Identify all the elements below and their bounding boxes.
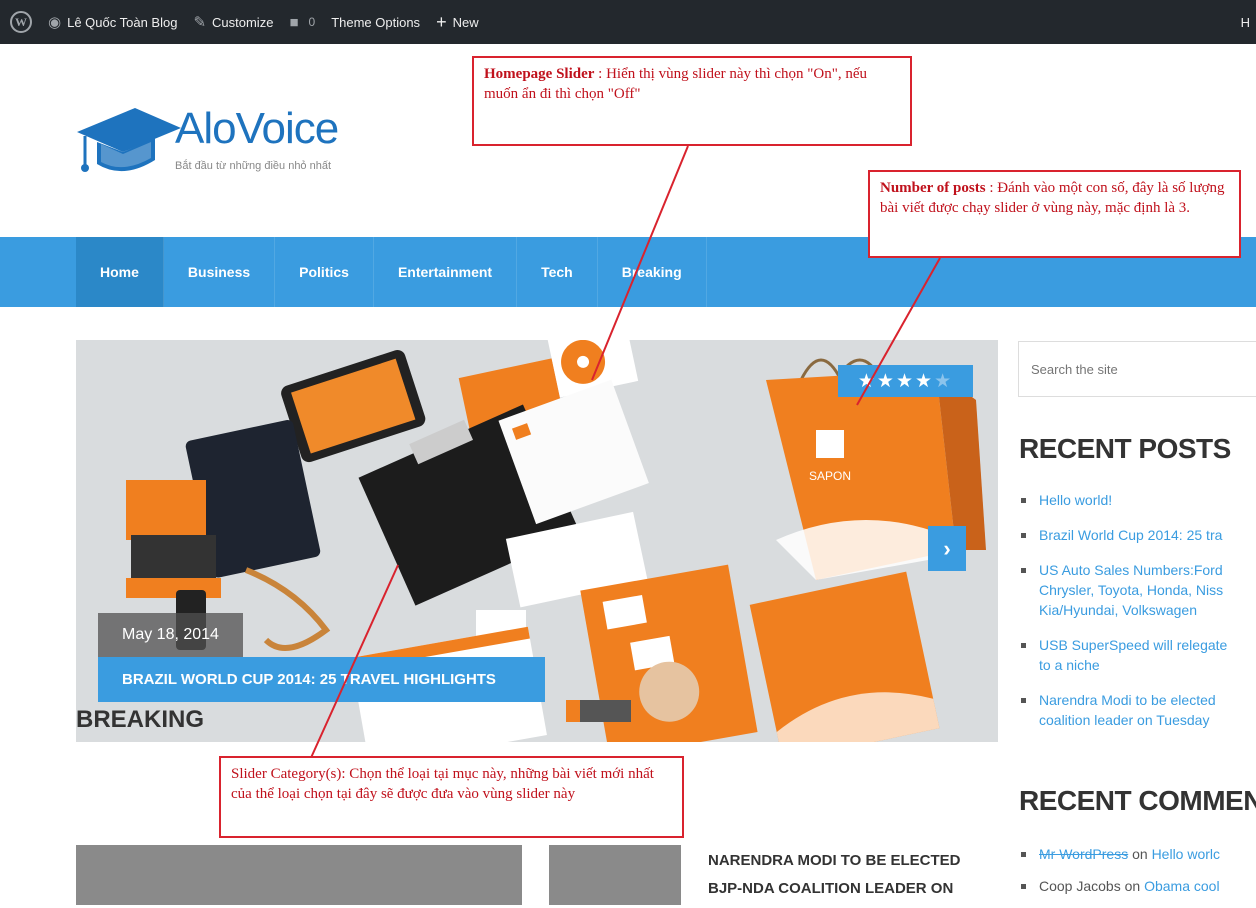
annotation-homepage-slider: Homepage Slider : Hiển thị vùng slider n… — [472, 56, 912, 146]
slider-next-button[interactable]: › — [928, 526, 966, 571]
recent-comment-item: Coop Jacobs on Obama cool — [1019, 876, 1220, 896]
plus-icon: + — [436, 11, 447, 32]
wordpress-icon: W — [10, 11, 32, 33]
star-empty-icon: ★ — [934, 370, 954, 392]
search-input[interactable] — [1018, 341, 1256, 397]
brush-icon: ✎ — [193, 14, 207, 31]
star-filled-icon: ★ — [857, 370, 877, 392]
site-name-link[interactable]: ◉ Lê Quốc Toàn Blog — [40, 0, 185, 44]
chevron-right-icon: › — [943, 535, 951, 561]
breaking-section-title: BREAKING — [76, 706, 205, 733]
site-tagline: Bắt đầu từ những điều nhỏ nhất — [175, 160, 332, 172]
recent-post-link[interactable]: Narendra Modi to be elected coalition le… — [1019, 690, 1256, 730]
account-label: H — [1240, 14, 1250, 30]
recent-comments-title: RECENT COMMEN — [1019, 785, 1256, 816]
rating-stars: ★ ★ ★ ★ ★ — [838, 365, 973, 397]
nav-menu: Home Business Politics Entertainment Tec… — [76, 237, 707, 307]
breaking-post-title-line: BJP-NDA COALITION LEADER ON — [708, 880, 954, 897]
recent-post-link[interactable]: USB SuperSpeed will relegate to a niche — [1019, 635, 1256, 675]
new-label: New — [452, 14, 479, 30]
slide-date: May 18, 2014 — [98, 613, 243, 657]
theme-options-link[interactable]: Theme Options — [323, 0, 428, 44]
recent-comment-item: Mr WordPress on Hello worlc — [1019, 844, 1220, 864]
recent-post-link[interactable]: Brazil World Cup 2014: 25 tra — [1019, 525, 1256, 545]
nav-item-entertainment[interactable]: Entertainment — [374, 237, 518, 307]
breaking-post-title-line: NARENDRA MODI TO BE ELECTED — [708, 852, 961, 869]
comment-icon: ■ — [289, 13, 299, 31]
comment-post-link[interactable]: Obama cool — [1144, 878, 1219, 894]
nav-item-breaking[interactable]: Breaking — [598, 237, 707, 307]
star-filled-icon: ★ — [895, 370, 916, 392]
annotation-slider-category: Slider Category(s): Chọn thể loại tại mụ… — [219, 756, 684, 838]
nav-item-business[interactable]: Business — [164, 237, 276, 307]
admin-bar: W ◉ Lê Quốc Toàn Blog ✎ Customize ■ 0 Th… — [0, 0, 1256, 44]
new-content-link[interactable]: + New — [428, 0, 487, 44]
recent-comments-list: Mr WordPress on Hello worlc Coop Jacobs … — [1019, 844, 1220, 908]
annotation-label: Number of posts — [880, 180, 986, 196]
comment-on-text: on — [1120, 878, 1145, 894]
customize-link[interactable]: ✎ Customize — [185, 0, 281, 44]
breaking-post-thumbnail[interactable] — [549, 845, 681, 905]
recent-post-link[interactable]: Hello world! — [1019, 490, 1256, 510]
nav-item-home[interactable]: Home — [76, 237, 164, 307]
wordpress-logo-button[interactable]: W — [0, 0, 40, 44]
nav-item-politics[interactable]: Politics — [275, 237, 374, 307]
breaking-post-thumbnail[interactable] — [76, 845, 522, 905]
comments-link[interactable]: ■ 0 — [281, 0, 323, 44]
comments-count: 0 — [308, 15, 316, 29]
nav-item-tech[interactable]: Tech — [517, 237, 598, 307]
site-name: Lê Quốc Toàn Blog — [67, 14, 178, 30]
slide-title-link[interactable]: BRAZIL WORLD CUP 2014: 25 TRAVEL HIGHLIG… — [98, 657, 545, 702]
graduation-cap-icon — [77, 108, 181, 172]
comment-on-text: on — [1128, 846, 1152, 862]
annotation-label: Homepage Slider — [484, 66, 595, 82]
comment-author-link[interactable]: Coop Jacobs — [1039, 878, 1121, 894]
site-title: AloVoice — [175, 104, 339, 153]
customize-label: Customize — [212, 14, 274, 30]
my-account-link[interactable]: H — [1241, 0, 1250, 44]
recent-posts-title: RECENT POSTS — [1019, 433, 1231, 464]
comment-author-link[interactable]: Mr WordPress — [1039, 846, 1128, 862]
recent-post-link[interactable]: US Auto Sales Numbers:Ford Chrysler, Toy… — [1019, 560, 1256, 620]
bag-brand-text: SAPON — [809, 469, 851, 483]
star-filled-icon: ★ — [915, 370, 935, 392]
breaking-post-title[interactable]: NARENDRA MODI TO BE ELECTED BJP-NDA COAL… — [708, 847, 998, 903]
theme-options-label: Theme Options — [331, 14, 421, 30]
annotation-number-of-posts: Number of posts : Đánh vào một con số, đ… — [868, 170, 1241, 258]
recent-posts-list: Hello world! Brazil World Cup 2014: 25 t… — [1019, 490, 1256, 745]
comment-post-link[interactable]: Hello worlc — [1152, 846, 1220, 862]
annotation-label: Slider Category(s) — [231, 766, 342, 782]
dashboard-icon: ◉ — [48, 14, 62, 31]
star-filled-icon: ★ — [876, 370, 896, 392]
